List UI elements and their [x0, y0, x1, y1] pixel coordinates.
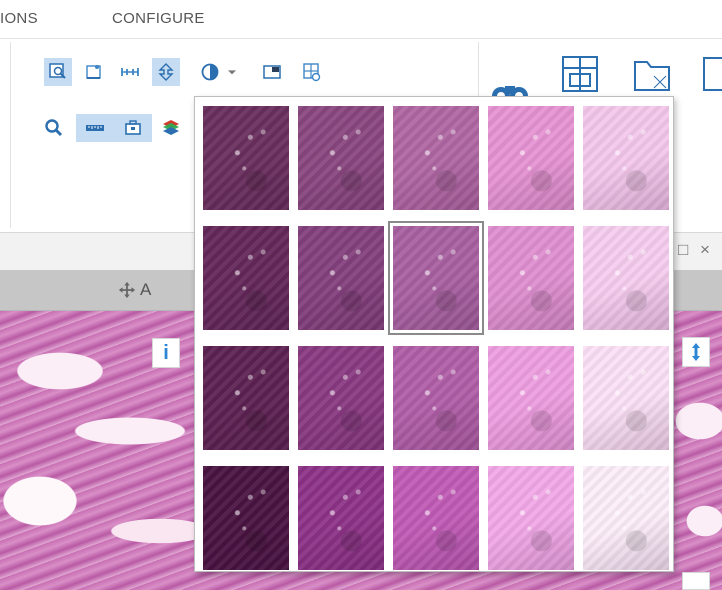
annotate-icon	[86, 65, 101, 79]
layers-icon	[163, 120, 179, 135]
color-swatch-r1-c2[interactable]	[388, 221, 484, 335]
color-swatch-r3-c0[interactable]	[203, 466, 289, 570]
vertical-resize-icon	[692, 343, 700, 361]
close-icon[interactable]: ×	[700, 240, 710, 260]
color-swatch-r1-c0[interactable]	[203, 226, 289, 330]
folder-button[interactable]	[632, 54, 672, 99]
magnifier-button[interactable]	[40, 114, 68, 142]
color-swatch-r0-c2[interactable]	[393, 106, 479, 210]
document-icon	[703, 57, 722, 91]
viewer-label-text: A	[140, 280, 152, 299]
maximize-icon[interactable]: □	[678, 240, 688, 260]
color-swatch-r3-c2[interactable]	[393, 466, 479, 570]
ruler-button[interactable]	[76, 114, 114, 142]
measure-button[interactable]	[116, 58, 144, 86]
color-swatch-r1-c3[interactable]	[488, 226, 574, 330]
color-swatch-r1-c1[interactable]	[298, 226, 384, 330]
window-icon	[263, 65, 281, 79]
tab-ions[interactable]: IONS	[0, 10, 38, 27]
document-button[interactable]	[700, 54, 722, 99]
color-swatch-r2-c1[interactable]	[298, 346, 384, 450]
dropdown-arrow-icon	[228, 70, 236, 75]
color-adjust-popup	[194, 96, 674, 572]
resize-button[interactable]	[682, 337, 710, 367]
color-swatch-r0-c4[interactable]	[583, 106, 669, 210]
zoom-region-button[interactable]	[44, 58, 72, 86]
export-icon	[303, 63, 321, 82]
tab-configure[interactable]: CONFIGURE	[112, 10, 205, 27]
magnifier-icon	[45, 119, 63, 137]
color-swatch-r1-c4[interactable]	[583, 226, 669, 330]
tree-icon	[158, 63, 174, 81]
ribbon-divider	[10, 42, 11, 228]
color-swatch-r0-c3[interactable]	[488, 106, 574, 210]
collapse-button[interactable]	[682, 572, 710, 590]
grid-layout-button[interactable]	[560, 54, 600, 99]
contrast-icon	[201, 63, 219, 81]
export-button[interactable]	[298, 58, 326, 86]
color-swatch-r3-c1[interactable]	[298, 466, 384, 570]
contrast-button[interactable]	[196, 58, 224, 86]
ribbon-tab-bar: IONS CONFIGURE	[0, 0, 722, 39]
zoom-region-icon	[49, 63, 66, 79]
window-button[interactable]	[258, 58, 286, 86]
color-swatch-r3-c3[interactable]	[488, 466, 574, 570]
color-swatch-r2-c3[interactable]	[488, 346, 574, 450]
info-button[interactable]: i	[152, 338, 180, 368]
contrast-dropdown[interactable]	[224, 58, 240, 86]
tree-button[interactable]	[152, 58, 180, 86]
color-swatch-r2-c4[interactable]	[583, 346, 669, 450]
layers-button[interactable]	[160, 114, 182, 142]
ruler-icon	[86, 125, 104, 131]
color-swatch-r2-c0[interactable]	[203, 346, 289, 450]
folder-icon	[634, 61, 670, 91]
measure-icon	[121, 68, 139, 76]
color-swatch-r3-c4[interactable]	[583, 466, 669, 570]
move-icon	[118, 281, 136, 299]
annotate-button[interactable]	[80, 58, 108, 86]
color-swatch-r0-c1[interactable]	[298, 106, 384, 210]
toolbox-button[interactable]	[114, 114, 152, 142]
grid-layout-icon	[562, 56, 598, 92]
color-swatch-r0-c0[interactable]	[203, 106, 289, 210]
color-swatch-r2-c2[interactable]	[393, 346, 479, 450]
viewer-label: A	[118, 280, 151, 300]
toolbox-icon	[125, 120, 141, 135]
